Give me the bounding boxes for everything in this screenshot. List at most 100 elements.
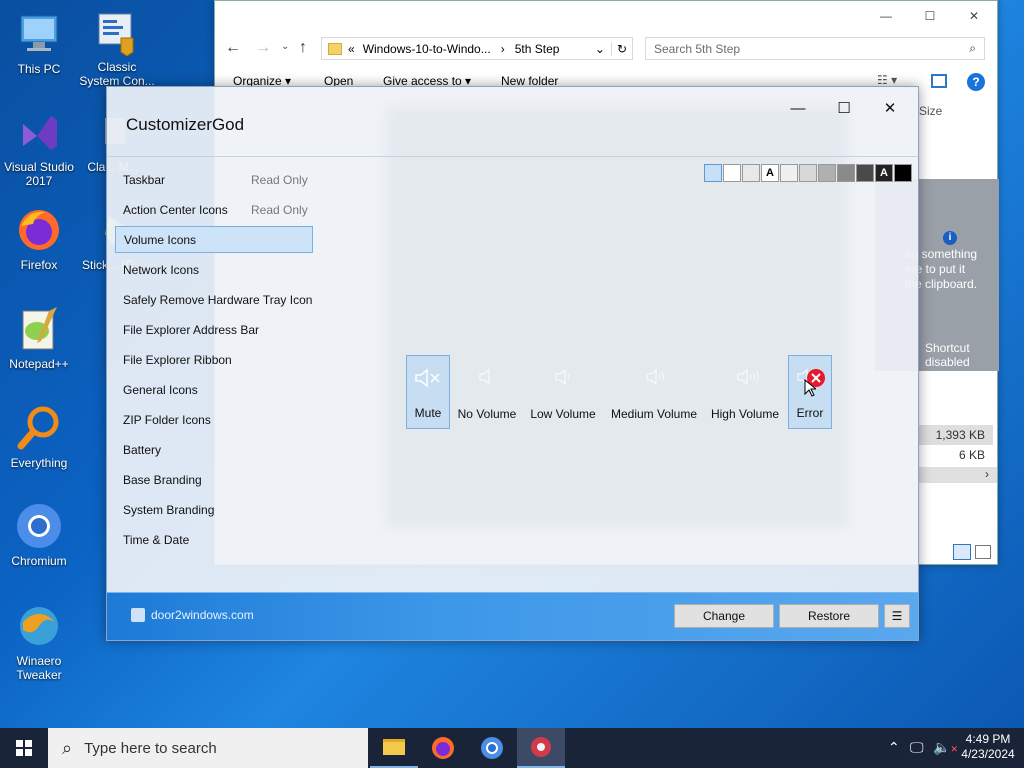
desktop-icon-label: Everything bbox=[10, 456, 68, 470]
desktop-icon-this-pc[interactable]: This PC bbox=[0, 10, 78, 76]
details-view-icon[interactable] bbox=[953, 544, 971, 560]
website-link[interactable]: door2windows.com bbox=[131, 608, 254, 622]
color-swatch[interactable] bbox=[742, 164, 760, 182]
sidebar-item-general-icons[interactable]: General Icons bbox=[115, 377, 313, 404]
search-icon: ⌕ bbox=[969, 41, 976, 55]
desktop-icon-winaero[interactable]: Winaero Tweaker bbox=[0, 602, 78, 682]
minimize-button[interactable]: — bbox=[865, 5, 907, 27]
volume-icon-label: Mute bbox=[414, 406, 442, 420]
volume-icon-medium-volume[interactable]: Medium Volume bbox=[607, 355, 701, 429]
read-only-label: Read Only bbox=[251, 203, 308, 217]
view-options-icon[interactable]: ☷ ▾ bbox=[877, 73, 897, 87]
sidebar-item-system-branding[interactable]: System Branding bbox=[115, 497, 313, 524]
address-bar[interactable]: « Windows-10-to-Windo... › 5th Step ⌄ ↻ bbox=[321, 37, 633, 60]
help-icon[interactable]: ? bbox=[967, 73, 985, 91]
taskbar-firefox[interactable] bbox=[419, 728, 467, 768]
customizer-footer: door2windows.com Change Restore ☰ bbox=[107, 592, 918, 640]
customizergod-window: CustomizerGod — ☐ ✕ Taskbar Read Only Ac… bbox=[106, 86, 919, 641]
control-panel-icon bbox=[93, 8, 141, 57]
preview-pane-icon[interactable] bbox=[931, 74, 947, 88]
volume-icon-label: High Volume bbox=[710, 407, 780, 421]
sidebar-item-file-explorer-ribbon[interactable]: File Explorer Ribbon bbox=[115, 347, 313, 374]
info-icon: i bbox=[943, 231, 957, 245]
color-swatch[interactable] bbox=[799, 164, 817, 182]
computer-icon bbox=[15, 10, 63, 58]
clock[interactable]: 4:49 PM 4/23/2024 bbox=[956, 732, 1020, 762]
maximize-button[interactable]: ☐ bbox=[821, 93, 867, 123]
desktop-icon-firefox[interactable]: Firefox bbox=[0, 206, 78, 272]
maximize-button[interactable]: ☐ bbox=[909, 5, 951, 27]
windows-logo-icon bbox=[16, 740, 32, 756]
file-size-cell: 6 KB bbox=[958, 448, 985, 462]
close-button[interactable]: ✕ bbox=[953, 5, 995, 27]
volume-icon-low-volume[interactable]: Low Volume bbox=[527, 355, 599, 429]
sidebar-item-zip-folder-icons[interactable]: ZIP Folder Icons bbox=[115, 407, 313, 434]
desktop-icon-classic-system-control[interactable]: Classic System Con... bbox=[78, 8, 156, 88]
sidebar-item-time-date[interactable]: Time & Date bbox=[115, 527, 313, 554]
column-header-size[interactable]: Size bbox=[919, 104, 942, 118]
scroll-right-icon[interactable]: › bbox=[985, 467, 989, 481]
desktop-icon-label: Firefox bbox=[20, 258, 58, 272]
taskbar-chromium[interactable] bbox=[468, 728, 516, 768]
volume-error-icon[interactable]: 🔈✕ bbox=[933, 739, 958, 756]
network-icon[interactable]: 🖵 bbox=[910, 739, 924, 756]
clock-date: 4/23/2024 bbox=[961, 747, 1015, 761]
speaker-mute-icon bbox=[415, 368, 440, 388]
volume-icon-label: Error bbox=[796, 406, 824, 420]
color-swatch[interactable] bbox=[723, 164, 741, 182]
color-swatch[interactable] bbox=[704, 164, 722, 182]
speaker-icon bbox=[479, 368, 490, 386]
volume-icon-high-volume[interactable]: High Volume bbox=[707, 355, 783, 429]
chevron-down-icon[interactable]: ⌄ bbox=[595, 42, 605, 56]
taskbar: ⌕ Type here to search ⌃ 🖵 🔈✕ 4:49 PM 4/2… bbox=[0, 728, 1024, 768]
breadcrumb-item[interactable]: Windows-10-to-Windo... bbox=[363, 42, 491, 56]
change-button[interactable]: Change bbox=[674, 604, 774, 628]
color-swatch[interactable] bbox=[894, 164, 912, 182]
breadcrumb-item[interactable]: 5th Step bbox=[515, 42, 560, 56]
up-arrow-icon[interactable]: ↑ bbox=[299, 39, 307, 57]
close-button[interactable]: ✕ bbox=[867, 93, 913, 123]
desktop-icon-visual-studio[interactable]: Visual Studio 2017 bbox=[0, 108, 78, 188]
shortcut-disabled-label: Shortcut disabled bbox=[925, 341, 970, 369]
desktop-icon-label: Notepad++ bbox=[9, 357, 69, 371]
search-input[interactable]: Search 5th Step ⌕ bbox=[645, 37, 985, 60]
color-swatch[interactable] bbox=[837, 164, 855, 182]
start-button[interactable] bbox=[0, 728, 48, 768]
sidebar-item-safely-remove-hardware[interactable]: Safely Remove Hardware Tray Icon bbox=[115, 287, 345, 314]
speaker-low-icon bbox=[555, 368, 570, 386]
desktop-icon-label: Visual Studio 2017 bbox=[4, 160, 74, 188]
volume-icon-no-volume[interactable]: No Volume bbox=[455, 355, 519, 429]
taskbar-customizergod[interactable] bbox=[517, 728, 565, 768]
desktop-icon-chromium[interactable]: Chromium bbox=[0, 502, 78, 568]
volume-icon-mute[interactable]: Mute bbox=[406, 355, 450, 429]
color-swatch[interactable]: A bbox=[761, 164, 779, 182]
forward-arrow-icon[interactable]: → bbox=[255, 39, 271, 57]
recent-dropdown-icon[interactable]: ⌄ bbox=[281, 41, 289, 52]
chromium-icon bbox=[15, 502, 63, 550]
back-arrow-icon[interactable]: ← bbox=[225, 39, 241, 57]
show-hidden-icons[interactable]: ⌃ bbox=[888, 739, 900, 756]
desktop-icon-everything[interactable]: Everything bbox=[0, 404, 78, 470]
color-swatch[interactable] bbox=[780, 164, 798, 182]
sidebar-item-volume-icons[interactable]: Volume Icons bbox=[115, 226, 313, 253]
sidebar-item-battery[interactable]: Battery bbox=[115, 437, 313, 464]
sidebar-item-network-icons[interactable]: Network Icons bbox=[115, 257, 313, 284]
color-swatch[interactable] bbox=[818, 164, 836, 182]
breadcrumb-separator-icon: › bbox=[500, 41, 505, 56]
refresh-icon[interactable]: ↻ bbox=[610, 41, 632, 56]
color-swatch[interactable] bbox=[856, 164, 874, 182]
sidebar-item-base-branding[interactable]: Base Branding bbox=[115, 467, 313, 494]
taskbar-search-box[interactable]: ⌕ Type here to search bbox=[48, 728, 368, 768]
firefox-icon bbox=[432, 737, 454, 759]
breadcrumb-overflow[interactable]: « bbox=[348, 42, 355, 56]
desktop-icon-label: This PC bbox=[17, 62, 61, 76]
sidebar-item-file-explorer-address-bar[interactable]: File Explorer Address Bar bbox=[115, 317, 313, 344]
large-icons-view-icon[interactable] bbox=[975, 545, 991, 559]
menu-button[interactable]: ☰ bbox=[884, 604, 910, 628]
restore-button[interactable]: Restore bbox=[779, 604, 879, 628]
taskbar-file-explorer[interactable] bbox=[370, 728, 418, 768]
window-title: CustomizerGod bbox=[126, 115, 245, 134]
desktop-icon-notepadpp[interactable]: Notepad++ bbox=[0, 305, 78, 371]
color-swatch[interactable]: A bbox=[875, 164, 893, 182]
minimize-button[interactable]: — bbox=[775, 93, 821, 123]
